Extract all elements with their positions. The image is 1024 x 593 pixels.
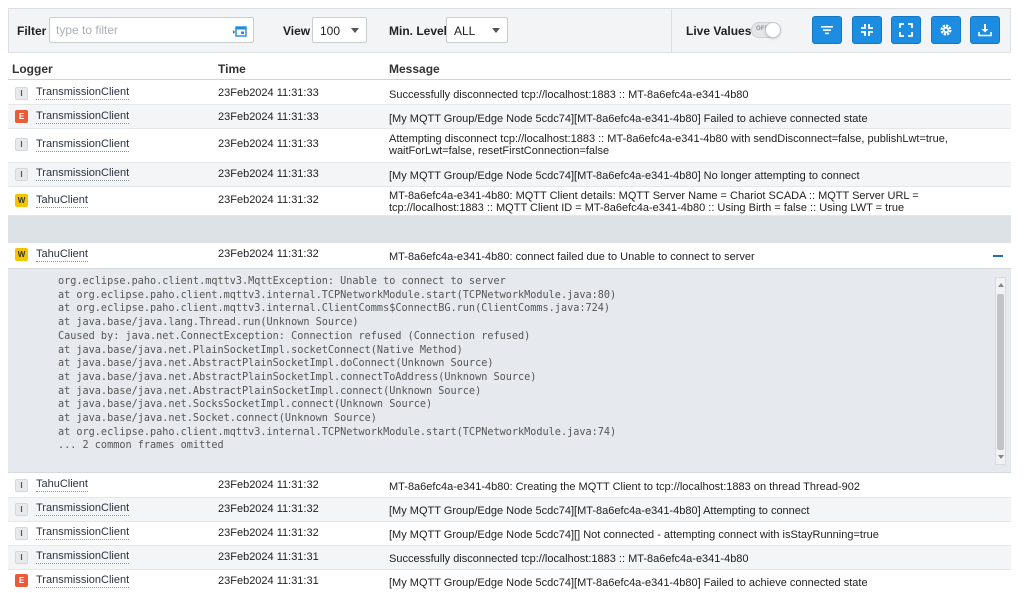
compress-icon	[861, 24, 873, 36]
level-badge-info: I	[15, 168, 28, 181]
log-table-header: Logger Time Message	[8, 59, 1011, 80]
column-header-logger[interactable]: Logger	[12, 62, 53, 76]
level-badge-warning: W	[15, 194, 28, 207]
row-separator-band	[8, 216, 1011, 243]
calendar-icon[interactable]	[233, 24, 247, 37]
min-level-select[interactable]: ALL	[446, 17, 508, 43]
stack-trace-text: org.eclipse.paho.client.mqttv3.MqttExcep…	[58, 276, 617, 452]
log-time: 23Feb2024 11:31:33	[218, 168, 319, 180]
min-level-label: Min. Level	[389, 24, 448, 38]
logger-name[interactable]: TransmissionClient	[36, 167, 130, 181]
level-badge-error: E	[15, 574, 28, 587]
live-values-label: Live Values	[686, 24, 752, 38]
logger-name[interactable]: TransmissionClient	[36, 550, 130, 564]
logger-name[interactable]: TransmissionClient	[36, 574, 130, 588]
log-message: MT-8a6efc4a-e341-4b80: MQTT Client detai…	[389, 190, 919, 214]
expand-button[interactable]	[891, 16, 921, 44]
table-row[interactable]: I TransmissionClient 23Feb2024 11:31:31 …	[8, 546, 1011, 570]
settings-button[interactable]	[931, 16, 961, 44]
logger-name[interactable]: TahuClient	[36, 248, 88, 262]
logger-name[interactable]: TahuClient	[36, 478, 88, 492]
log-time: 23Feb2024 11:31:32	[218, 527, 319, 539]
table-row[interactable]: I TransmissionClient 23Feb2024 11:31:32 …	[8, 522, 1011, 546]
log-message: [My MQTT Group/Edge Node 5cdc74][] Not c…	[389, 529, 879, 541]
level-badge-info: I	[15, 479, 28, 492]
toolbar: Filter View 100 Min. Level ALL Live Valu…	[8, 8, 1011, 53]
collapse-icon[interactable]	[993, 255, 1003, 257]
stack-trace-scrollbar[interactable]	[995, 277, 1006, 465]
toolbar-divider	[671, 9, 672, 52]
table-row[interactable]: I TransmissionClient 23Feb2024 11:31:32 …	[8, 498, 1011, 522]
view-label: View	[283, 24, 311, 38]
table-row[interactable]: W TahuClient 23Feb2024 11:31:32 MT-8a6ef…	[8, 187, 1011, 216]
scroll-up-icon[interactable]	[998, 283, 1004, 287]
view-select[interactable]: 100	[312, 17, 367, 43]
logger-name[interactable]: TransmissionClient	[36, 526, 130, 540]
logger-name[interactable]: TransmissionClient	[36, 138, 130, 152]
scroll-down-icon[interactable]	[998, 455, 1004, 459]
table-row[interactable]: I TransmissionClient 23Feb2024 11:31:33 …	[8, 129, 1011, 163]
table-row[interactable]: I TahuClient 23Feb2024 11:31:32 MT-8a6ef…	[8, 474, 1011, 498]
filter-input[interactable]	[49, 17, 254, 43]
log-time: 23Feb2024 11:31:33	[218, 138, 319, 150]
compress-button[interactable]	[852, 16, 882, 44]
log-message: [My MQTT Group/Edge Node 5cdc74][MT-8a6e…	[389, 170, 860, 182]
log-message: [My MQTT Group/Edge Node 5cdc74][MT-8a6e…	[389, 577, 868, 589]
logger-name[interactable]: TransmissionClient	[36, 502, 130, 516]
download-icon	[978, 24, 992, 37]
level-badge-info: I	[15, 138, 28, 151]
log-message: MT-8a6efc4a-e341-4b80: connect failed du…	[389, 251, 755, 263]
level-badge-info: I	[15, 87, 28, 100]
log-message: Successfully disconnected tcp://localhos…	[389, 553, 749, 565]
log-message: MT-8a6efc4a-e341-4b80: Creating the MQTT…	[389, 481, 861, 493]
chevron-down-icon	[492, 28, 500, 33]
expand-icon	[899, 23, 913, 37]
log-message: [My MQTT Group/Edge Node 5cdc74][MT-8a6e…	[389, 113, 868, 125]
table-row[interactable]: I TransmissionClient 23Feb2024 11:31:33 …	[8, 163, 1011, 187]
table-row[interactable]: E TransmissionClient 23Feb2024 11:31:31 …	[8, 570, 1011, 593]
min-level-select-value: ALL	[454, 24, 476, 38]
level-badge-error: E	[15, 110, 28, 123]
log-time: 23Feb2024 11:31:32	[218, 479, 319, 491]
log-time: 23Feb2024 11:31:32	[218, 248, 319, 260]
table-row[interactable]: E TransmissionClient 23Feb2024 11:31:33 …	[8, 105, 1011, 129]
level-badge-info: I	[15, 551, 28, 564]
toggle-knob	[765, 22, 781, 38]
log-message: Successfully disconnected tcp://localhos…	[389, 89, 749, 101]
scrollbar-thumb[interactable]	[997, 294, 1004, 450]
filter-label: Filter	[17, 24, 47, 38]
column-header-message[interactable]: Message	[389, 62, 440, 76]
chevron-down-icon	[351, 28, 359, 33]
column-header-time[interactable]: Time	[218, 62, 246, 76]
level-badge-info: I	[15, 503, 28, 516]
filter-icon	[821, 26, 833, 35]
download-button[interactable]	[970, 16, 1000, 44]
log-time: 23Feb2024 11:31:32	[218, 503, 319, 515]
level-badge-info: I	[15, 527, 28, 540]
log-message: [My MQTT Group/Edge Node 5cdc74][MT-8a6e…	[389, 505, 810, 517]
stack-trace-panel: org.eclipse.paho.client.mqttv3.MqttExcep…	[8, 268, 1011, 473]
gear-icon	[940, 24, 952, 36]
table-row[interactable]: I TransmissionClient 23Feb2024 11:31:33 …	[8, 81, 1011, 105]
log-time: 23Feb2024 11:31:31	[218, 551, 319, 563]
logger-name[interactable]: TransmissionClient	[36, 110, 130, 124]
table-row-expanded[interactable]: W TahuClient 23Feb2024 11:31:32 MT-8a6ef…	[8, 243, 1011, 268]
filter-button[interactable]	[812, 16, 842, 44]
level-badge-warning: W	[15, 248, 28, 261]
live-values-toggle[interactable]: OFF	[751, 22, 781, 38]
view-select-value: 100	[320, 24, 341, 38]
log-time: 23Feb2024 11:31:31	[218, 575, 319, 587]
log-time: 23Feb2024 11:31:32	[218, 194, 319, 206]
logger-name[interactable]: TransmissionClient	[36, 86, 130, 100]
log-time: 23Feb2024 11:31:33	[218, 111, 319, 123]
log-time: 23Feb2024 11:31:33	[218, 87, 319, 99]
log-message: Attempting disconnect tcp://localhost:18…	[389, 133, 948, 157]
logger-name[interactable]: TahuClient	[36, 194, 88, 208]
